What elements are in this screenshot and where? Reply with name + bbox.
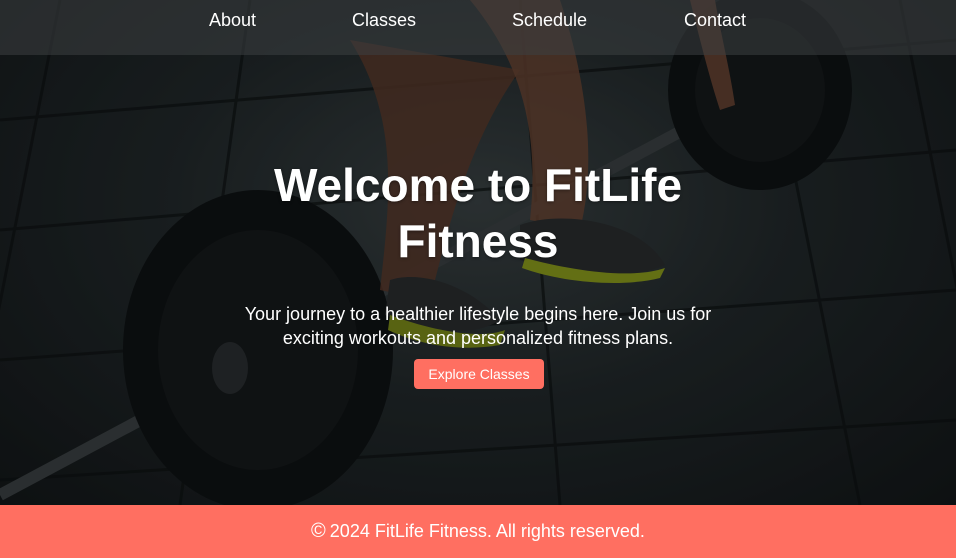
copyright-icon: © [311, 520, 326, 542]
hero-section: Welcome to FitLife Fitness Your journey … [0, 0, 956, 505]
hero-subtitle: Your journey to a healthier lifestyle be… [244, 304, 712, 348]
nav-link-classes[interactable]: Classes [352, 10, 416, 31]
nav-link-about[interactable]: About [209, 10, 256, 31]
hero-content: Welcome to FitLife Fitness Your journey … [0, 0, 956, 505]
nav-link-schedule[interactable]: Schedule [512, 10, 587, 31]
explore-classes-button[interactable]: Explore Classes [414, 359, 544, 389]
top-navbar: About Classes Schedule Contact [0, 0, 956, 55]
hero-title: Welcome to FitLife Fitness [273, 159, 683, 267]
nav-link-contact[interactable]: Contact [684, 10, 746, 31]
footer-copyright-text: 2024 FitLife Fitness. All rights reserve… [329, 521, 645, 541]
footer: © 2024 FitLife Fitness. All rights reser… [0, 505, 956, 558]
